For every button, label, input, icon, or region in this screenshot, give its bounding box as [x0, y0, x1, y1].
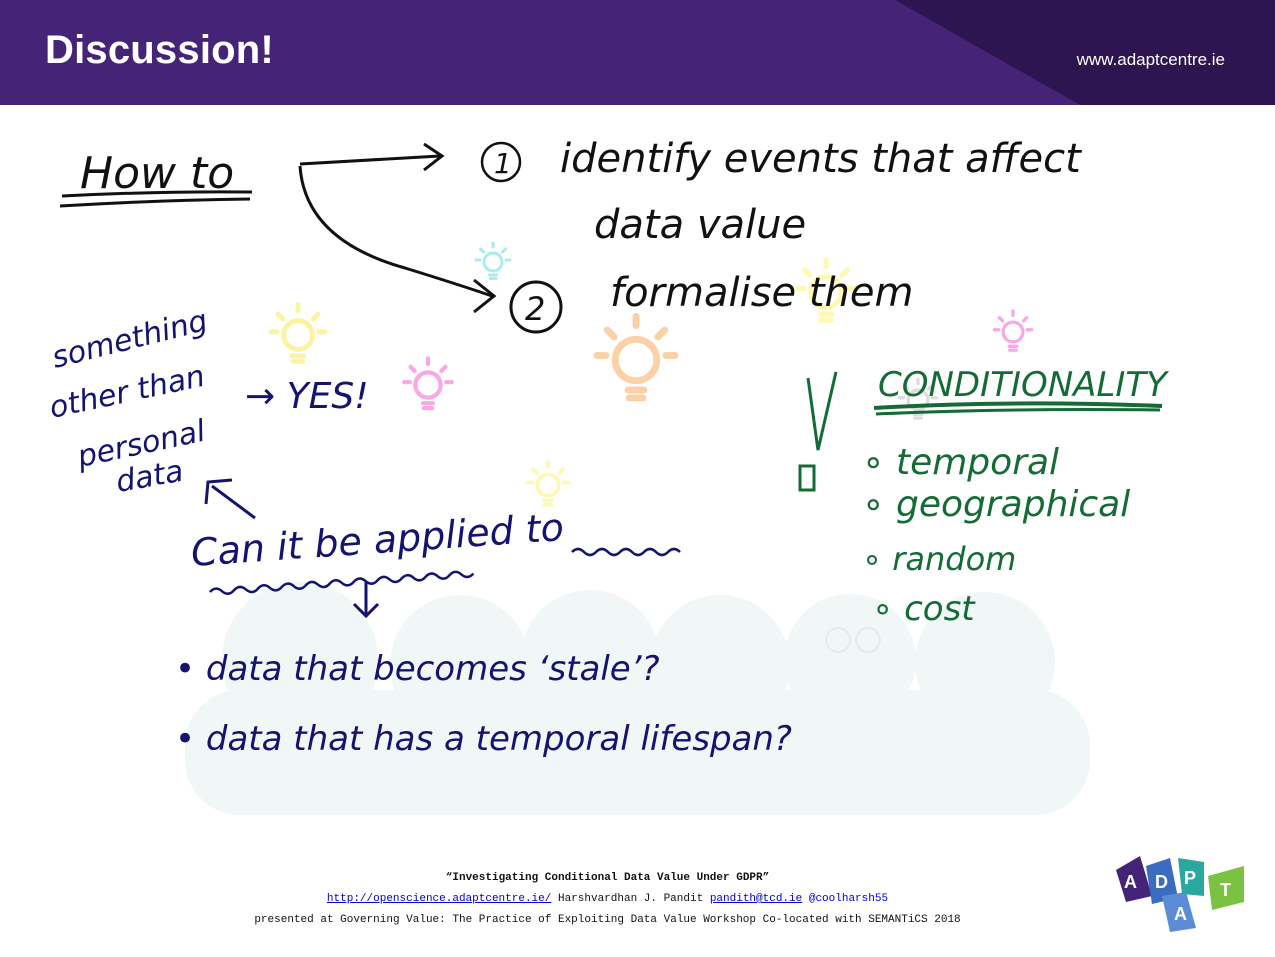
- cond-item-geographical: ∘ geographical: [862, 484, 1130, 525]
- conditionality-underline: [873, 401, 1163, 410]
- logo-letter: D: [1155, 872, 1168, 892]
- item1-marker: 1: [494, 147, 512, 180]
- bullet-temporal-lifespan: • data that has a temporal lifespan?: [175, 719, 792, 759]
- email-link[interactable]: pandith@tcd.ie: [710, 893, 802, 905]
- arrow-to-item2: [298, 165, 493, 298]
- adapt-logo: A D A P T: [1116, 856, 1244, 932]
- item2-marker: 2: [525, 290, 545, 328]
- logo-letter: P: [1184, 868, 1196, 888]
- footer-credits: http://openscience.adaptcentre.ie/ Harsh…: [0, 889, 1215, 910]
- footer-venue: presented at Governing Value: The Practi…: [254, 914, 961, 926]
- bullet-stale-data: • data that becomes ‘stale’?: [175, 649, 660, 689]
- conditionality-underline: [875, 408, 1161, 416]
- footer-title: “Investigating Conditional Data Value Un…: [445, 872, 770, 884]
- how-to-underline: [59, 197, 251, 208]
- item1-text-line2: data value: [594, 202, 806, 248]
- logo-letter: A: [1174, 904, 1187, 924]
- cond-item-random: ∘ random: [862, 540, 1016, 578]
- logo-letter: T: [1220, 880, 1231, 900]
- twitter-handle: @coolharsh55: [808, 893, 889, 905]
- squiggle-underline: [209, 570, 475, 595]
- applied-question: Can it be applied to: [190, 505, 566, 575]
- item2-text: formalise them: [610, 270, 913, 316]
- squiggle-underline: [571, 547, 681, 557]
- opensource-link[interactable]: http://openscience.adaptcentre.ie/: [327, 893, 551, 905]
- handwritten-notes: How to 1 identify events that affect dat…: [46, 136, 1169, 759]
- exclamation-dot: [798, 464, 816, 492]
- footer: “Investigating Conditional Data Value Un…: [0, 868, 1215, 931]
- conditionality-heading: CONDITIONALITY: [878, 365, 1169, 405]
- arrow-up: [211, 484, 256, 520]
- exclamation-mark: [806, 371, 838, 451]
- author-name: Harshvardhan J. Pandit: [557, 893, 704, 905]
- yes-label: → YES!: [245, 376, 369, 417]
- cond-item-temporal: ∘ temporal: [862, 442, 1059, 483]
- arrow-to-item1: [299, 154, 441, 166]
- cond-item-cost: ∘ cost: [872, 589, 976, 629]
- item1-text-line1: identify events that affect: [560, 136, 1082, 182]
- logo-letter: A: [1124, 872, 1137, 892]
